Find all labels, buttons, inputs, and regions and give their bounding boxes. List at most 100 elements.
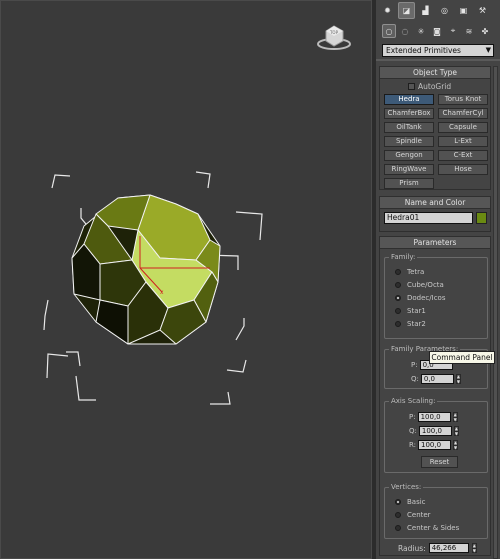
name-and-color-title[interactable]: Name and Color (380, 197, 490, 209)
motion-icon[interactable]: ◎ (436, 2, 453, 19)
radius-label: Radius: (398, 543, 426, 553)
spinner-label: P: (411, 361, 418, 369)
object-color-swatch[interactable] (476, 212, 487, 224)
family-star2-radio[interactable]: Star2 (395, 320, 426, 328)
autogrid-toggle[interactable]: AutoGrid (408, 82, 451, 91)
object-type-title[interactable]: Object Type (380, 67, 490, 79)
family-dodec-icos-radio[interactable]: Dodec/Icos (395, 294, 445, 302)
perspective-viewport[interactable]: TOP x (0, 0, 373, 559)
gengon-button[interactable]: Gengon (384, 150, 434, 161)
panel-scrollbar[interactable] (493, 66, 498, 559)
spinner-arrows[interactable]: ▲ ▼ (453, 440, 459, 450)
hedra-button[interactable]: Hedra (384, 94, 434, 105)
prism-button[interactable]: Prism (384, 178, 434, 189)
autogrid-checkbox[interactable] (408, 83, 415, 90)
axis-q-spinner[interactable]: Q: 100,0 ▲ ▼ (409, 426, 459, 436)
hose-button[interactable]: Hose (438, 164, 488, 175)
shapes-icon[interactable]: ◌ (398, 24, 412, 38)
radio-label: Center & Sides (407, 524, 460, 532)
axis-scaling-group: Axis Scaling: P: 100,0 ▲ ▼ Q: 100,0 ▲ ▼ R:… (384, 397, 488, 473)
radio-dot[interactable] (395, 308, 401, 314)
radio-label: Center (407, 511, 431, 519)
axis-p-spinner[interactable]: P: 100,0 ▲ ▼ (409, 412, 458, 422)
cameras-icon[interactable]: ◙ (430, 24, 444, 38)
viewcube-label: TOP (329, 30, 339, 35)
family-label: Family: (389, 253, 418, 261)
display-icon[interactable]: ▣ (455, 2, 472, 19)
spacewarps-icon[interactable]: ≋ (462, 24, 476, 38)
axis-q-input[interactable]: 100,0 (418, 426, 452, 436)
radius-spinner[interactable]: Radius: 46,266 ▲ ▼ (398, 543, 477, 553)
torus-knot-button[interactable]: Torus Knot (438, 94, 488, 105)
command-panel-tabs: ✹ ◪ ▟ ◎ ▣ ⚒ (376, 2, 500, 20)
object-type-rollout: Object Type AutoGrid Hedra Torus Knot Ch… (379, 66, 491, 190)
scrollbar-thumb[interactable] (493, 66, 498, 559)
modify-icon[interactable]: ◪ (398, 2, 415, 19)
object-name-field[interactable]: Hedra01 (384, 212, 473, 224)
c-ext-button[interactable]: C-Ext (438, 150, 488, 161)
radio-label: Star2 (407, 320, 426, 328)
spinner-label: Q: (409, 427, 417, 435)
family-q-spinner[interactable]: Q: 0,0 ▲ ▼ (411, 374, 461, 384)
axis-r-spinner[interactable]: R: 100,0 ▲ ▼ (409, 440, 459, 450)
radio-label: Star1 (407, 307, 426, 315)
autogrid-label: AutoGrid (418, 82, 452, 91)
spinner-label: Q: (411, 375, 419, 383)
radio-label: Cube/Octa (407, 281, 444, 289)
chamfercyl-button[interactable]: ChamferCyl (438, 108, 488, 119)
vertices-label: Vertices: (389, 483, 424, 491)
spinner-label: P: (409, 413, 416, 421)
viewport-scene[interactable]: TOP x (0, 0, 372, 559)
hedra-object[interactable]: x (71, 194, 221, 345)
viewcube[interactable]: TOP (317, 25, 351, 50)
vertices-center-sides-radio[interactable]: Center & Sides (395, 524, 459, 532)
radio-dot[interactable] (395, 512, 401, 518)
l-ext-button[interactable]: L-Ext (438, 136, 488, 147)
axis-p-input[interactable]: 100,0 (417, 412, 451, 422)
vertices-basic-radio[interactable]: Basic (395, 498, 426, 506)
ringwave-button[interactable]: RingWave (384, 164, 434, 175)
spinner-label: R: (409, 441, 417, 449)
family-q-input[interactable]: 0,0 (420, 374, 454, 384)
radio-dot[interactable] (395, 282, 401, 288)
utilities-icon[interactable]: ⚒ (474, 2, 491, 19)
systems-icon[interactable]: ✤ (478, 24, 492, 38)
radio-label: Basic (407, 498, 426, 506)
spinner-arrows[interactable]: ▲ ▼ (455, 374, 461, 384)
chamferbox-button[interactable]: ChamferBox (384, 108, 434, 119)
vertices-center-radio[interactable]: Center (395, 511, 431, 519)
spinner-arrows[interactable]: ▲ ▼ (452, 412, 458, 422)
family-tetra-radio[interactable]: Tetra (395, 268, 424, 276)
oiltank-button[interactable]: OilTank (384, 122, 434, 133)
spinner-arrows[interactable]: ▲ ▼ (453, 426, 459, 436)
spinner-arrows[interactable]: ▲ ▼ (471, 543, 477, 553)
radius-input[interactable]: 46,266 (428, 543, 469, 553)
command-panel: ✹ ◪ ▟ ◎ ▣ ⚒ ○ ◌ ✳ ◙ ⌖ ≋ ✤ Extended Primi… (376, 0, 500, 559)
object-categories: ○ ◌ ✳ ◙ ⌖ ≋ ✤ (376, 24, 500, 40)
parameters-rollout: Parameters Family: Tetra Cube/Octa Dodec… (379, 236, 491, 556)
dropdown-value: Extended Primitives (386, 46, 461, 55)
axis-r-input[interactable]: 100,0 (418, 440, 452, 450)
radio-dot[interactable] (395, 295, 401, 301)
family-star1-radio[interactable]: Star1 (395, 307, 426, 315)
radio-dot[interactable] (395, 321, 401, 327)
radio-dot[interactable] (395, 269, 401, 275)
parameters-title[interactable]: Parameters (380, 237, 490, 249)
geometry-icon[interactable]: ○ (382, 24, 396, 38)
primitive-type-dropdown[interactable]: Extended Primitives ▼ (382, 44, 494, 57)
lights-icon[interactable]: ✳ (414, 24, 428, 38)
svg-text:x: x (160, 289, 164, 296)
radio-dot[interactable] (395, 499, 401, 505)
panel-divider (376, 59, 500, 61)
create-icon[interactable]: ✹ (379, 2, 396, 19)
object-type-buttons: Hedra Torus Knot ChamferBox ChamferCyl O… (384, 94, 488, 189)
family-cube-octa-radio[interactable]: Cube/Octa (395, 281, 444, 289)
radio-label: Dodec/Icos (407, 294, 446, 302)
helpers-icon[interactable]: ⌖ (446, 24, 460, 38)
hierarchy-icon[interactable]: ▟ (417, 2, 434, 19)
vertices-group: Vertices: Basic Center Center & Sides (384, 483, 488, 539)
spindle-button[interactable]: Spindle (384, 136, 434, 147)
radio-dot[interactable] (395, 525, 401, 531)
capsule-button[interactable]: Capsule (438, 122, 488, 133)
reset-button[interactable]: Reset (421, 456, 458, 468)
